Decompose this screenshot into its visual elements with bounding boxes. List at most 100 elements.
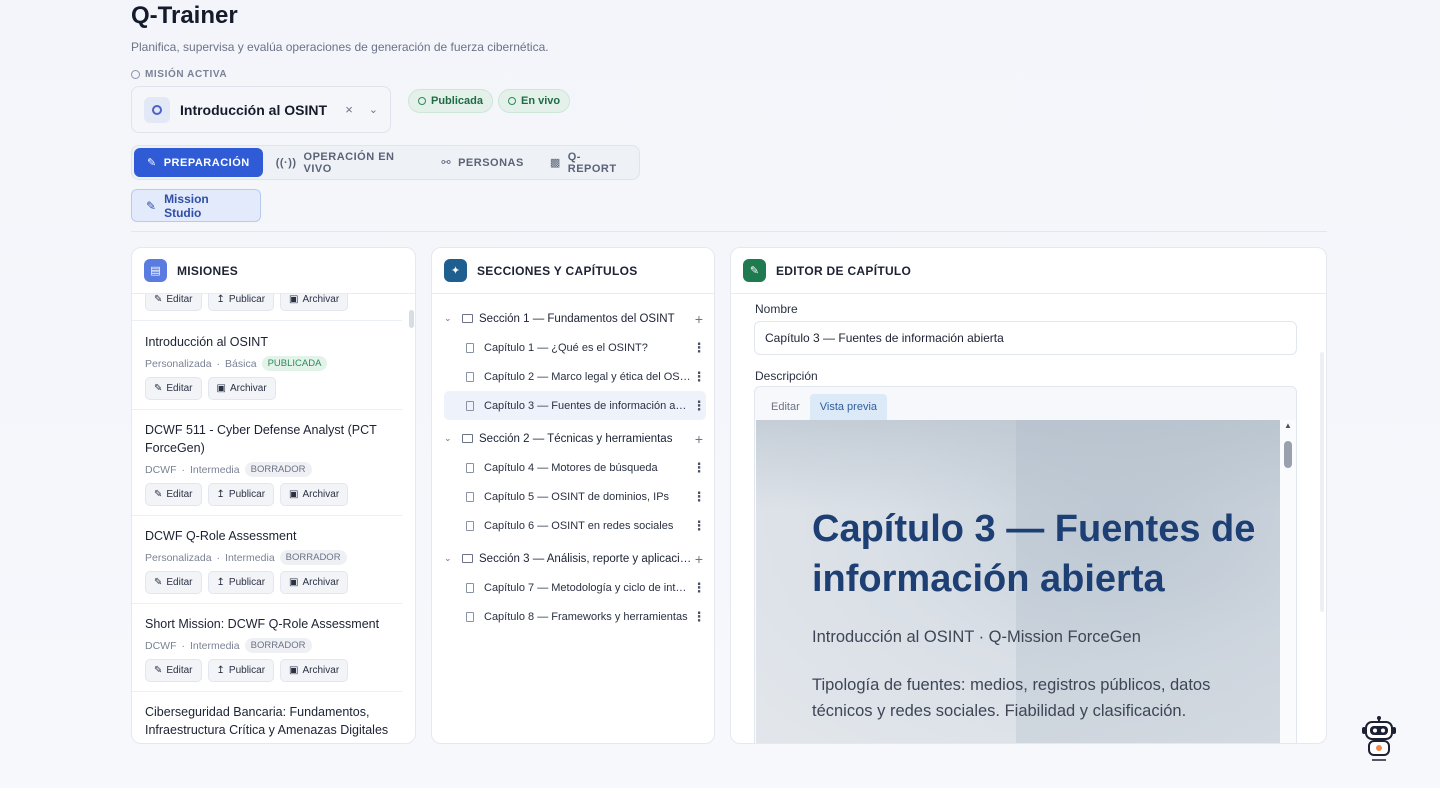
document-icon (466, 611, 474, 622)
chapter-row[interactable]: Capítulo 8 — Frameworks y herramientas ⋮ (444, 602, 706, 631)
more-vertical-icon[interactable]: ⋮ (692, 518, 706, 534)
tab-preparacion[interactable]: ✎ PREPARACIÓN (134, 148, 263, 177)
chevron-down-icon[interactable]: ⌄ (444, 433, 462, 444)
edit-button[interactable]: ✎ Editar (145, 377, 202, 400)
more-vertical-icon[interactable]: ⋮ (692, 460, 706, 476)
clear-mission-icon[interactable]: × (345, 102, 353, 117)
chevron-down-icon[interactable]: ⌄ (369, 103, 378, 116)
archive-button-label: Archivar (229, 383, 267, 394)
archive-button-label: Archivar (302, 294, 340, 305)
more-vertical-icon[interactable]: ⋮ (692, 489, 706, 505)
mission-meta: DCWF · Intermedia BORRADOR (145, 638, 389, 653)
chevron-down-icon[interactable]: ⌄ (444, 313, 462, 324)
add-chapter-icon[interactable]: + (692, 431, 706, 447)
document-icon (466, 400, 474, 411)
robot-assistant-icon[interactable] (1360, 716, 1398, 762)
archive-button[interactable]: ▣ Archivar (280, 659, 349, 682)
mission-level: Básica (225, 357, 257, 370)
mission-title: Short Mission: DCWF Q-Role Assessment (145, 617, 380, 631)
location-icon (131, 70, 140, 79)
edit-button[interactable]: ✎ Editar (145, 659, 202, 682)
section-label: Sección 1 — Fundamentos del OSINT (479, 312, 675, 325)
more-vertical-icon[interactable]: ⋮ (692, 340, 706, 356)
mission-list[interactable]: ✎ Editar ↥ Publicar ▣ Archivar Introducción… (132, 294, 415, 743)
section-row[interactable]: ⌄ Sección 3 — Análisis, reporte y aplica… (444, 544, 706, 573)
missions-scrollbar[interactable] (409, 310, 414, 328)
folder-icon (462, 554, 473, 563)
chapter-row-selected[interactable]: Capítulo 3 — Fuentes de información abie… (444, 391, 706, 420)
app-subtitle: Planifica, supervisa y evalúa operacione… (131, 40, 549, 54)
chapter-name-input[interactable]: Capítulo 3 — Fuentes de información abie… (754, 321, 1297, 355)
edit-button[interactable]: ✎ Editar (145, 294, 202, 311)
description-preview: Capítulo 3 — Fuentes de información abie… (756, 420, 1280, 743)
document-icon (466, 520, 474, 531)
list-item[interactable]: Introducción al OSINT Personalizada · Bás… (132, 321, 402, 410)
chapter-row[interactable]: Capítulo 6 — OSINT en redes sociales ⋮ (444, 511, 706, 540)
more-vertical-icon[interactable]: ⋮ (692, 398, 706, 414)
chapter-row[interactable]: Capítulo 2 — Marco legal y ética del OSI… (444, 362, 706, 391)
pencil-icon: ✎ (146, 198, 157, 213)
chevron-down-icon[interactable]: ⌄ (444, 553, 462, 564)
pencil-icon: ✎ (154, 489, 163, 500)
document-icon (466, 491, 474, 502)
archive-icon: ▣ (289, 577, 299, 588)
publish-button[interactable]: ↥ Publicar (207, 659, 275, 682)
add-chapter-icon[interactable]: + (692, 311, 706, 327)
tab-editar[interactable]: Editar (761, 394, 810, 420)
name-label: Nombre (755, 302, 798, 316)
chapter-row[interactable]: Capítulo 7 — Metodología y ciclo de inte… (444, 573, 706, 602)
publish-button[interactable]: ↥ Publicar (207, 483, 275, 506)
list-item[interactable]: DCWF 511 - Cyber Defense Analyst (PCT Fo… (132, 410, 402, 516)
list-item[interactable]: DCWF Q-Role Assessment Personalizada · In… (132, 516, 402, 604)
more-vertical-icon[interactable]: ⋮ (692, 609, 706, 625)
archive-button[interactable]: ▣ Archivar (207, 377, 276, 400)
pencil-icon: ✎ (154, 294, 163, 305)
preview-scrollbar[interactable]: ▲ (1282, 421, 1294, 743)
mission-selector[interactable]: Introducción al OSINT × ⌄ (131, 86, 391, 133)
upload-icon: ↥ (216, 294, 225, 305)
live-dot-icon (508, 97, 516, 105)
archive-button-label: Archivar (302, 665, 340, 676)
list-item[interactable]: Ciberseguridad Bancaria: Fundamentos, In… (132, 692, 402, 739)
scroll-up-icon[interactable]: ▲ (1284, 421, 1292, 430)
tab-operacion-en-vivo[interactable]: ((·)) OPERACIÓN EN VIVO (263, 148, 429, 177)
more-vertical-icon[interactable]: ⋮ (692, 580, 706, 596)
section-row[interactable]: ⌄ Sección 2 — Técnicas y herramientas + (444, 424, 706, 453)
tab-personas-label: PERSONAS (458, 156, 524, 169)
chapter-label: Capítulo 4 — Motores de búsqueda (484, 461, 658, 474)
mission-studio-button[interactable]: ✎ Mission Studio (131, 189, 261, 222)
add-chapter-icon[interactable]: + (692, 551, 706, 567)
publish-button[interactable]: ↥ Publicar (207, 571, 275, 594)
pencil-icon: ✎ (154, 665, 163, 676)
archive-button[interactable]: ▣ Archivar (280, 483, 349, 506)
edit-button[interactable]: ✎ Editar (145, 571, 202, 594)
mission-origin: Personalizada (145, 551, 212, 564)
status-badge: BORRADOR (244, 638, 312, 653)
chapter-label: Capítulo 2 — Marco legal y ética del OSI… (484, 370, 692, 383)
chapter-row[interactable]: Capítulo 4 — Motores de búsqueda ⋮ (444, 453, 706, 482)
scroll-thumb[interactable] (1284, 441, 1292, 468)
chapter-row[interactable]: Capítulo 5 — OSINT de dominios, IPs ⋮ (444, 482, 706, 511)
editor-scrollbar[interactable] (1320, 352, 1324, 612)
folder-icon (462, 434, 473, 443)
bar-chart-icon: ▩ (549, 157, 561, 169)
tab-q-report[interactable]: ▩ Q-REPORT (537, 148, 637, 177)
publish-button-label: Publicar (228, 294, 266, 305)
tab-vista-previa[interactable]: Vista previa (809, 394, 888, 420)
upload-icon: ↥ (216, 489, 225, 500)
pencil-icon: ✎ (743, 259, 766, 282)
publish-button[interactable]: ↥ Publicar (207, 294, 275, 311)
list-item[interactable]: Short Mission: DCWF Q-Role Assessment DC… (132, 604, 402, 692)
archive-button[interactable]: ▣ Archivar (280, 294, 349, 311)
chapter-row[interactable]: Capítulo 1 — ¿Qué es el OSINT? ⋮ (444, 333, 706, 362)
archive-icon: ▣ (216, 383, 226, 394)
edit-button-label: Editar (166, 383, 193, 394)
section-row[interactable]: ⌄ Sección 1 — Fundamentos del OSINT + (444, 304, 706, 333)
edit-button[interactable]: ✎ Editar (145, 483, 202, 506)
chapter-label: Capítulo 6 — OSINT en redes sociales (484, 519, 674, 532)
more-vertical-icon[interactable]: ⋮ (692, 369, 706, 385)
section-label: Sección 3 — Análisis, reporte y aplicaci… (479, 552, 692, 565)
tab-personas[interactable]: ⚯ PERSONAS (428, 148, 536, 177)
status-badge: PUBLICADA (261, 356, 328, 371)
archive-button[interactable]: ▣ Archivar (280, 571, 349, 594)
